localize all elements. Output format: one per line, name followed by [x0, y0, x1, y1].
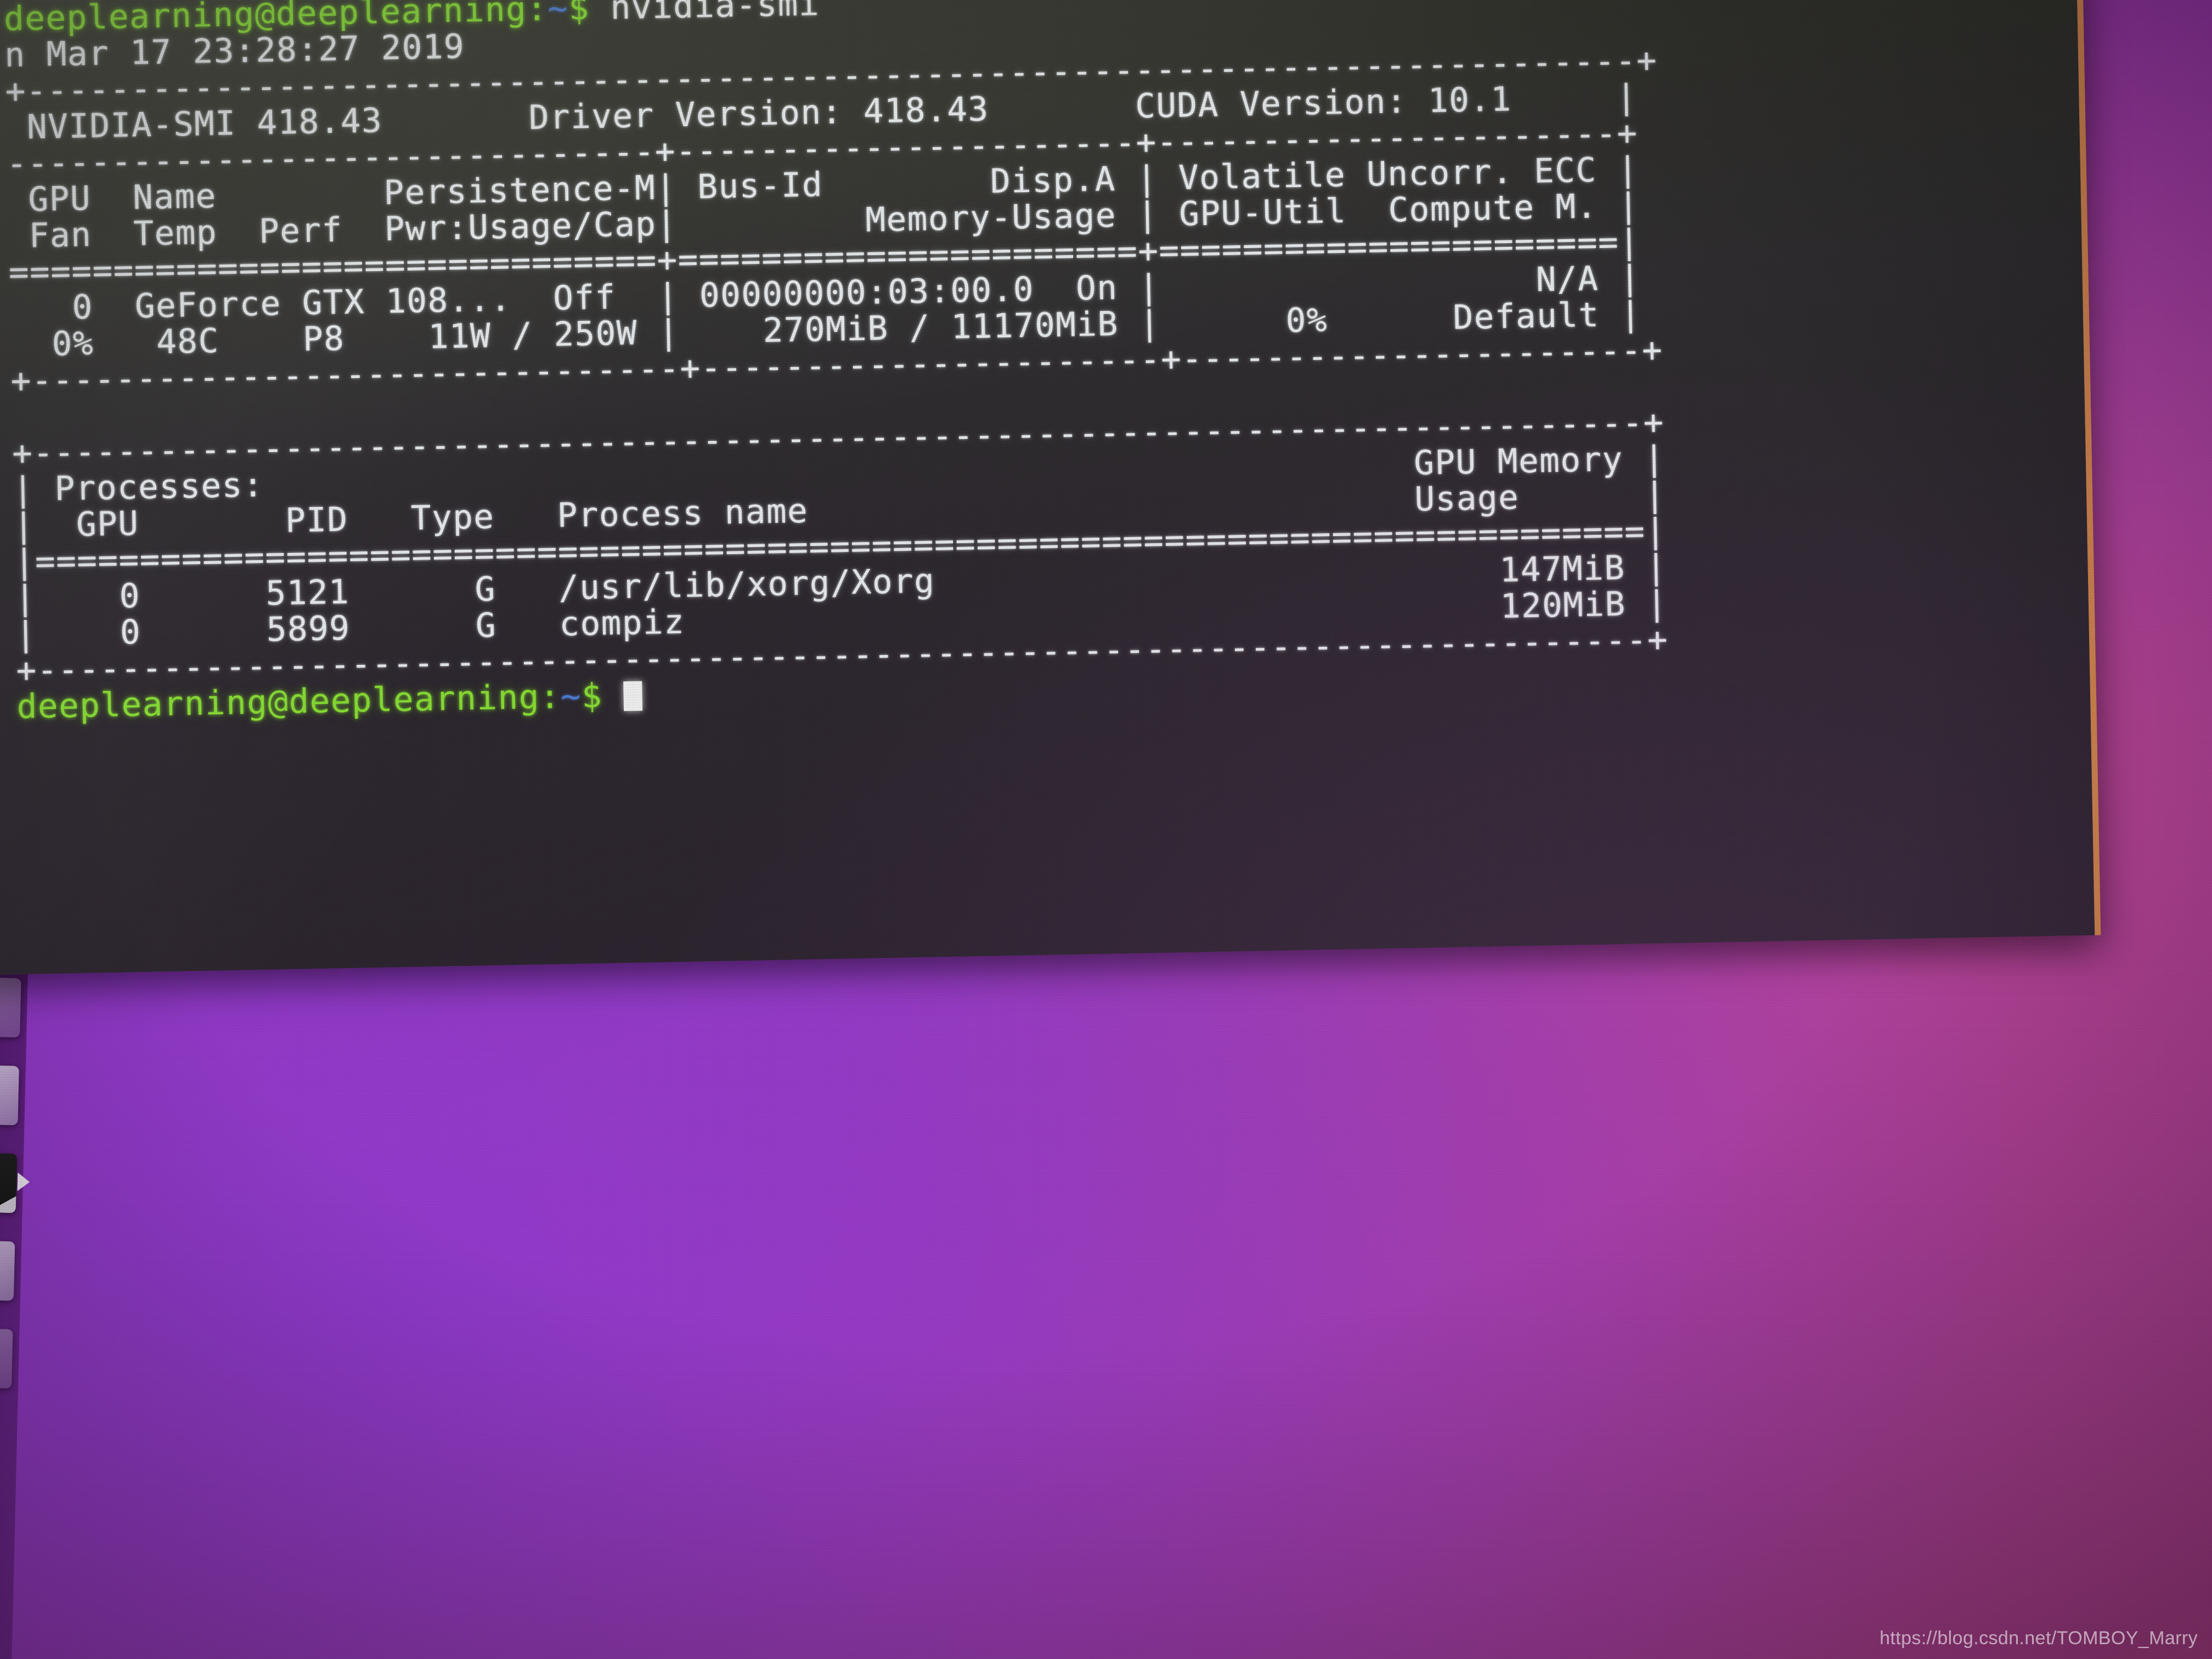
nvidia-smi-output: n Mar 17 23:28:27 2019 +----------------…	[4, 27, 1669, 691]
terminal-surface[interactable]: deeplearning@deeplearning:~$ nvidia-smi …	[0, 0, 2101, 975]
prompt-colon-bottom: :	[539, 677, 561, 717]
launcher-item-4[interactable]	[0, 1240, 15, 1301]
text-cursor[interactable]	[623, 681, 642, 712]
terminal-output: deeplearning@deeplearning:~$ nvidia-smi …	[3, 0, 1669, 726]
launcher-item-2[interactable]	[0, 1064, 19, 1126]
launcher-running-arrow-icon	[17, 1172, 30, 1192]
prompt-path-bottom: ~	[560, 676, 582, 716]
prompt-colon: :	[526, 0, 548, 29]
launcher-item-1[interactable]	[0, 977, 21, 1038]
terminal-window[interactable]: deeplearning@deeplearning:~$ nvidia-smi …	[0, 0, 2101, 975]
prompt-sigil: $	[568, 0, 590, 28]
typed-command: nvidia-smi	[610, 0, 820, 27]
prompt-sigil-bottom: $	[581, 676, 603, 716]
launcher-item-3-terminal[interactable]	[0, 1152, 18, 1214]
prompt-path: ~	[547, 0, 569, 29]
blog-watermark: https://blog.csdn.net/TOMBOY_Marry	[1880, 1628, 2198, 1649]
launcher-item-5[interactable]	[0, 1328, 13, 1389]
